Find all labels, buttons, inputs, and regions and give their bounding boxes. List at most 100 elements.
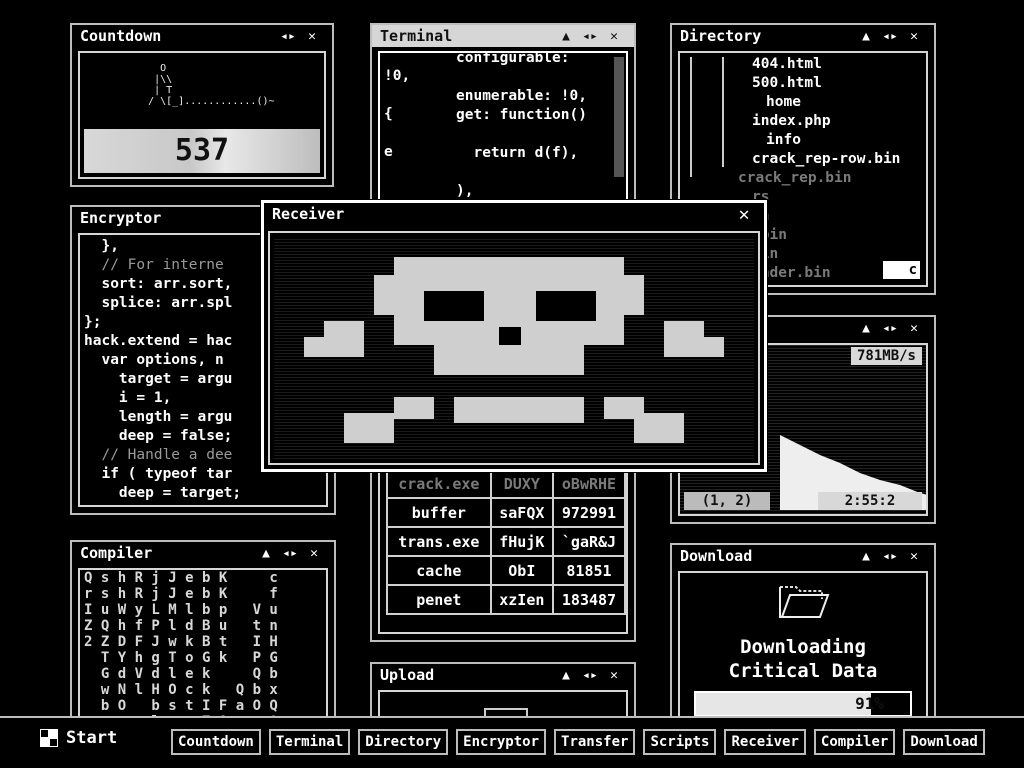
transfer-window[interactable]: crack.exe DUXY oBwRHE buffer saFQX 972991 tran… bbox=[370, 460, 636, 642]
countdown-titlebar[interactable]: Countdown ◂▸ ✕ bbox=[72, 25, 332, 47]
close-icon[interactable]: ✕ bbox=[602, 29, 626, 44]
compiler-window[interactable]: Compiler ▲ ◂▸ ✕ Q s h R j J e b K cr s h… bbox=[70, 540, 336, 734]
encryptor-code: }, // For interne sort: arr.sort, splice… bbox=[84, 237, 241, 503]
receiver-window[interactable]: Receiver ✕ bbox=[261, 200, 767, 472]
code-line: splice: arr.spl bbox=[84, 295, 233, 311]
compiler-line: T Y h g T o G k P G bbox=[84, 650, 278, 666]
taskbar-button-download[interactable]: Download bbox=[903, 729, 985, 755]
table-row[interactable]: trans.exe fHujK `gaR&J bbox=[386, 526, 626, 557]
close-icon[interactable]: ✕ bbox=[732, 204, 756, 225]
code-line: var options, n bbox=[84, 352, 224, 368]
taskbar-button-directory[interactable]: Directory bbox=[358, 729, 449, 755]
start-icon bbox=[40, 729, 58, 747]
directory-item[interactable]: info bbox=[684, 131, 900, 150]
taskbar-button-receiver[interactable]: Receiver bbox=[724, 729, 806, 755]
minimize-icon[interactable]: ▲ bbox=[254, 546, 278, 561]
download-titlebar[interactable]: Download ▲ ◂▸ ✕ bbox=[672, 545, 934, 567]
compiler-titlebar[interactable]: Compiler ▲ ◂▸ ✕ bbox=[72, 542, 334, 564]
countdown-window[interactable]: Countdown ◂▸ ✕ O |\\ | T / \[_].........… bbox=[70, 23, 334, 187]
terminal-scrollbar[interactable] bbox=[614, 57, 624, 177]
code-line: ), bbox=[456, 183, 474, 199]
upload-titlebar[interactable]: Upload ▲ ◂▸ ✕ bbox=[372, 664, 634, 686]
download-progress-fill bbox=[696, 693, 872, 715]
taskbar-button-encryptor[interactable]: Encryptor bbox=[456, 729, 547, 755]
table-row[interactable]: buffer saFQX 972991 bbox=[386, 497, 626, 528]
close-icon[interactable]: ✕ bbox=[300, 29, 324, 44]
taskbar-button-countdown[interactable]: Countdown bbox=[171, 729, 261, 755]
resize-icon[interactable]: ◂▸ bbox=[878, 29, 902, 44]
code-line: i = 1, bbox=[84, 390, 172, 406]
resize-icon[interactable]: ◂▸ bbox=[578, 29, 602, 44]
compiler-line: G d V d l e k Q b bbox=[84, 666, 278, 682]
directory-item[interactable]: index.php bbox=[684, 112, 900, 131]
compiler-line: I u W y L M l b p V u bbox=[84, 602, 278, 618]
resize-icon[interactable]: ◂▸ bbox=[878, 321, 902, 336]
directory-item[interactable]: crack_rep-row.bin bbox=[684, 150, 900, 169]
download-window[interactable]: Download ▲ ◂▸ ✕ Downloading Critical Dat… bbox=[670, 543, 936, 733]
table-row[interactable]: crack.exe DUXY oBwRHE bbox=[386, 468, 626, 499]
close-icon[interactable]: ✕ bbox=[302, 546, 326, 561]
compiler-line: w N l H O c k Q b x bbox=[84, 682, 278, 698]
start-label: Start bbox=[66, 728, 118, 748]
directory-item[interactable]: crack_rep.bin bbox=[684, 169, 900, 188]
start-button[interactable]: Start bbox=[40, 728, 117, 748]
terminal-window[interactable]: Terminal ▲ ◂▸ ✕ !0, { e configurable: en… bbox=[370, 23, 636, 227]
minimize-icon[interactable]: ▲ bbox=[554, 29, 578, 44]
taskbar-button-transfer[interactable]: Transfer bbox=[554, 729, 636, 755]
close-icon[interactable]: ✕ bbox=[602, 668, 626, 683]
table-row[interactable]: penet xzIen 183487 bbox=[386, 584, 626, 615]
directory-item[interactable]: home bbox=[684, 93, 900, 112]
resize-icon[interactable]: ◂▸ bbox=[276, 29, 300, 44]
table-cell: buffer bbox=[386, 497, 492, 528]
transfer-table: crack.exe DUXY oBwRHE buffer saFQX 972991 tran… bbox=[386, 468, 626, 615]
directory-item[interactable]: 404.html bbox=[684, 55, 900, 74]
code-line: get: function() bbox=[456, 107, 587, 123]
code-line: target = argu bbox=[84, 371, 233, 387]
table-cell: ObI bbox=[489, 555, 554, 586]
skull-icon bbox=[304, 257, 724, 443]
directory-titlebar[interactable]: Directory ▲ ◂▸ ✕ bbox=[672, 25, 934, 47]
minimize-icon[interactable]: ▲ bbox=[854, 29, 878, 44]
resize-icon[interactable]: ◂▸ bbox=[578, 668, 602, 683]
compiler-line: b O b s t I F a O Q bbox=[84, 698, 278, 714]
countdown-value: 537 bbox=[84, 129, 320, 173]
minimize-icon[interactable]: ▲ bbox=[854, 321, 878, 336]
taskbar-button-terminal[interactable]: Terminal bbox=[268, 729, 351, 755]
terminal-right-column: configurable: enumerable: !0, get: functi… bbox=[456, 53, 587, 201]
close-icon[interactable]: ✕ bbox=[902, 549, 926, 564]
taskbar-button-compiler[interactable]: Compiler bbox=[813, 729, 896, 755]
terminal-titlebar[interactable]: Terminal ▲ ◂▸ ✕ bbox=[372, 25, 634, 47]
code-line: // For interne bbox=[84, 257, 224, 273]
download-line-2: Critical Data bbox=[728, 660, 878, 682]
code-line: length = argu bbox=[84, 409, 233, 425]
table-cell: cache bbox=[386, 555, 492, 586]
table-cell: DUXY bbox=[489, 468, 554, 499]
code-line: deep = false; bbox=[84, 428, 233, 444]
window-title: Terminal bbox=[380, 27, 453, 45]
table-cell: crack.exe bbox=[386, 468, 492, 499]
code-line: deep = target; bbox=[84, 485, 242, 501]
close-icon[interactable]: ✕ bbox=[902, 321, 926, 336]
receiver-titlebar[interactable]: Receiver ✕ bbox=[264, 203, 764, 225]
window-title: Countdown bbox=[80, 27, 162, 45]
compiler-output: Q s h R j J e b K cr s h R j J e b K fI … bbox=[84, 570, 278, 724]
table-cell: penet bbox=[386, 584, 492, 615]
table-row[interactable]: cache ObI 81851 bbox=[386, 555, 626, 586]
directory-action-button[interactable]: c bbox=[883, 261, 920, 279]
table-cell: xzIen bbox=[489, 584, 554, 615]
directory-item[interactable]: 500.html bbox=[684, 74, 900, 93]
compiler-line: Z Q h f P l d B u t n bbox=[84, 618, 278, 634]
receiver-body bbox=[268, 231, 760, 465]
taskbar-button-scripts[interactable]: Scripts bbox=[643, 729, 717, 755]
table-cell: saFQX bbox=[489, 497, 554, 528]
minimize-icon[interactable]: ▲ bbox=[854, 549, 878, 564]
resize-icon[interactable]: ◂▸ bbox=[278, 546, 302, 561]
download-progress: 91% bbox=[694, 691, 912, 717]
compiler-body: Q s h R j J e b K cr s h R j J e b K fI … bbox=[78, 568, 328, 726]
minimize-icon[interactable]: ▲ bbox=[554, 668, 578, 683]
resize-icon[interactable]: ◂▸ bbox=[878, 549, 902, 564]
download-line-1: Downloading bbox=[740, 636, 866, 658]
close-icon[interactable]: ✕ bbox=[902, 29, 926, 44]
